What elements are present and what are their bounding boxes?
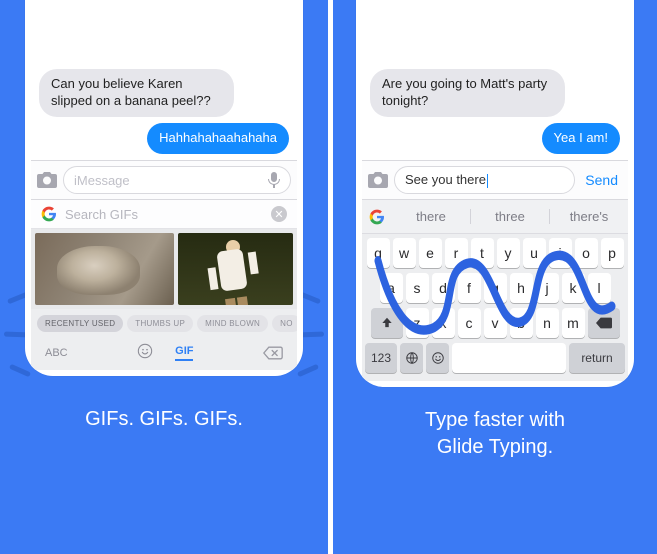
globe-key[interactable] — [400, 343, 423, 373]
suggestion[interactable]: three — [470, 209, 549, 224]
key-w[interactable]: w — [393, 238, 416, 268]
chat-area: Are you going to Matt's party tonight? Y… — [362, 0, 628, 160]
key-x[interactable]: x — [432, 308, 455, 338]
gif-result[interactable] — [178, 233, 293, 305]
promo-panels: Can you believe Karen slipped on a banan… — [0, 0, 657, 554]
key-p[interactable]: p — [601, 238, 624, 268]
keyboard-bottom-bar: ABC GIF — [31, 338, 297, 370]
key-r[interactable]: r — [445, 238, 468, 268]
compose-input[interactable]: See you there — [394, 166, 575, 194]
key-o[interactable]: o — [575, 238, 598, 268]
flare-line — [9, 364, 31, 378]
camera-icon[interactable] — [368, 172, 388, 188]
key-v[interactable]: v — [484, 308, 507, 338]
gif-keyboard: Search GIFs ✕ RECENTLY USED THUMBS UP MI… — [31, 199, 297, 370]
key-a[interactable]: a — [380, 273, 403, 303]
key-h[interactable]: h — [510, 273, 533, 303]
suggestion[interactable]: there — [392, 209, 470, 224]
key-y[interactable]: y — [497, 238, 520, 268]
phone-frame: Are you going to Matt's party tonight? Y… — [356, 0, 634, 387]
panel-caption: GIFs. GIFs. GIFs. — [65, 406, 263, 433]
backspace-icon[interactable] — [263, 346, 283, 360]
suggestion-bar: there three there's — [362, 200, 628, 234]
compose-placeholder: iMessage — [74, 173, 130, 188]
phone-screen: Can you believe Karen slipped on a banan… — [31, 0, 297, 370]
key-row: 123 return — [365, 343, 625, 373]
text-cursor — [487, 174, 488, 188]
gif-result[interactable] — [35, 233, 174, 305]
emoji-key[interactable] — [426, 343, 449, 373]
panel-caption: Type faster withGlide Typing. — [405, 407, 585, 461]
panel-gifs: Can you believe Karen slipped on a banan… — [0, 0, 328, 554]
camera-icon[interactable] — [37, 172, 57, 188]
message-outgoing: Hahhahahaahahaha — [147, 123, 289, 154]
key-f[interactable]: f — [458, 273, 481, 303]
key-row: zxcvbnm — [365, 308, 625, 338]
gif-categories: RECENTLY USED THUMBS UP MIND BLOWN NO HA… — [31, 309, 297, 338]
google-logo-icon — [41, 206, 57, 222]
suggestion[interactable]: there's — [549, 209, 628, 224]
gif-category[interactable]: RECENTLY USED — [37, 315, 123, 332]
phone-frame: Can you believe Karen slipped on a banan… — [25, 0, 303, 376]
message-incoming: Can you believe Karen slipped on a banan… — [39, 69, 234, 117]
return-key[interactable]: return — [569, 343, 625, 373]
key-g[interactable]: g — [484, 273, 507, 303]
compose-bar: iMessage — [31, 160, 297, 199]
compose-value: See you there — [405, 172, 486, 187]
numbers-key[interactable]: 123 — [365, 343, 397, 373]
key-q[interactable]: q — [367, 238, 390, 268]
phone-screen: Are you going to Matt's party tonight? Y… — [362, 0, 628, 381]
qwerty-keyboard: there three there's qwertyuiop asdfghjkl… — [362, 199, 628, 381]
message-outgoing: Yea I am! — [542, 123, 620, 154]
tab-gif[interactable]: GIF — [175, 345, 193, 361]
key-e[interactable]: e — [419, 238, 442, 268]
google-logo-icon[interactable] — [362, 209, 392, 225]
backspace-key[interactable] — [588, 308, 620, 338]
key-u[interactable]: u — [523, 238, 546, 268]
shift-key[interactable] — [371, 308, 403, 338]
chat-area: Can you believe Karen slipped on a banan… — [31, 0, 297, 160]
gif-search-placeholder: Search GIFs — [65, 207, 263, 222]
key-t[interactable]: t — [471, 238, 494, 268]
key-b[interactable]: b — [510, 308, 533, 338]
gif-category[interactable]: NO — [272, 315, 297, 332]
compose-bar: See you there Send — [362, 160, 628, 199]
flare-line — [297, 364, 319, 378]
tab-abc[interactable]: ABC — [45, 347, 68, 359]
send-button[interactable]: Send — [581, 172, 622, 188]
mic-icon[interactable] — [268, 172, 280, 188]
panel-glide: Are you going to Matt's party tonight? Y… — [333, 0, 657, 554]
space-key[interactable] — [452, 343, 566, 373]
key-d[interactable]: d — [432, 273, 455, 303]
key-grid: qwertyuiop asdfghjkl zxcvbnm — [362, 234, 628, 381]
gif-search-bar[interactable]: Search GIFs ✕ — [31, 200, 297, 229]
gif-category[interactable]: THUMBS UP — [127, 315, 193, 332]
key-m[interactable]: m — [562, 308, 585, 338]
message-incoming: Are you going to Matt's party tonight? — [370, 69, 565, 117]
key-c[interactable]: c — [458, 308, 481, 338]
key-n[interactable]: n — [536, 308, 559, 338]
gif-category[interactable]: MIND BLOWN — [197, 315, 268, 332]
key-k[interactable]: k — [562, 273, 585, 303]
gif-results — [31, 229, 297, 309]
key-j[interactable]: j — [536, 273, 559, 303]
key-l[interactable]: l — [588, 273, 611, 303]
key-s[interactable]: s — [406, 273, 429, 303]
clear-icon[interactable]: ✕ — [271, 206, 287, 222]
emoji-icon[interactable] — [137, 343, 153, 362]
key-z[interactable]: z — [406, 308, 429, 338]
key-i[interactable]: i — [549, 238, 572, 268]
compose-input[interactable]: iMessage — [63, 166, 291, 194]
